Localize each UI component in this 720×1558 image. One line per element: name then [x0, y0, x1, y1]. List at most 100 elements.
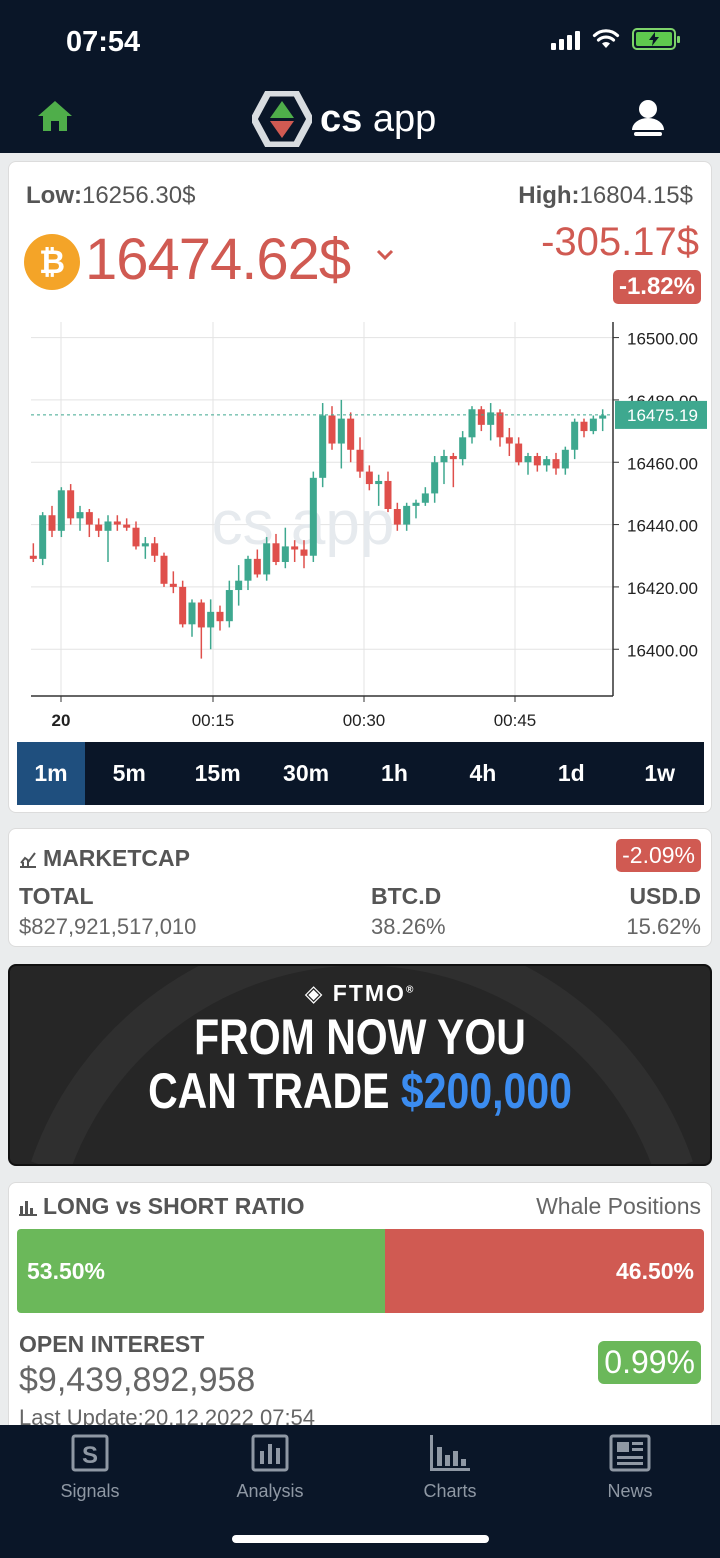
timeframe-selector: 1m 5m 15m 30m 1h 4h 1d 1w [17, 742, 704, 805]
y-tick-label: 16460.00 [627, 454, 698, 473]
cellular-signal-icon [551, 28, 580, 50]
candle-body [253, 558, 261, 575]
candle-body [571, 421, 579, 450]
x-tick-label: 00:15 [192, 711, 235, 730]
candle-body [412, 502, 420, 506]
high-price: High:16804.15$ [518, 182, 693, 209]
user-profile-icon[interactable] [628, 98, 668, 138]
cs-logo-icon [252, 91, 312, 147]
timeframe-1m[interactable]: 1m [17, 742, 85, 805]
tab-analysis[interactable]: Analysis [210, 1433, 330, 1502]
marketcap-title: MARKETCAP [19, 845, 190, 872]
home-icon[interactable] [36, 99, 74, 133]
y-tick-label: 16440.00 [627, 517, 698, 536]
candle-body [347, 418, 355, 450]
candle-body [197, 602, 205, 628]
marketcap-btc-dominance: BTC.D 38.26% [371, 883, 446, 939]
app-header: 07:54 cs app [0, 0, 720, 153]
bitcoin-icon: ₿ [24, 234, 80, 290]
candle-body [552, 459, 560, 469]
timeframe-1w[interactable]: 1w [616, 742, 704, 805]
candle-body [421, 493, 429, 503]
candle-body [487, 412, 495, 425]
chart-watermark: cs app [212, 489, 395, 558]
candle-body [132, 527, 140, 547]
logo-text: cs app [320, 97, 437, 140]
candle-body [384, 480, 392, 509]
open-interest-change-badge: 0.99% [598, 1341, 701, 1384]
candle-body [113, 521, 121, 525]
candle-body [160, 555, 168, 584]
ftmo-logo-icon: ◈ [304, 980, 325, 1006]
candle-body [319, 415, 327, 478]
candle-body [169, 583, 177, 587]
candle-body [76, 512, 84, 519]
y-tick-label: 16400.00 [627, 641, 698, 660]
ad-banner[interactable]: ◈ FTMO® FROM NOW YOU CAN TRADE $200,000 [8, 964, 712, 1166]
timeframe-30m[interactable]: 30m [262, 742, 350, 805]
candle-body [179, 586, 187, 625]
candle-body [225, 590, 233, 622]
bar-chart-icon [19, 1200, 37, 1216]
candle-body [524, 456, 532, 463]
app-logo: cs app [252, 91, 436, 147]
timeframe-15m[interactable]: 15m [173, 742, 261, 805]
candle-body [39, 515, 47, 559]
candle-body [244, 558, 252, 581]
long-short-bar: 53.50% 46.50% [17, 1229, 704, 1313]
candle-body [123, 524, 131, 528]
status-time: 07:54 [66, 26, 141, 58]
candle-body [393, 509, 401, 525]
x-tick-label: 00:45 [494, 711, 537, 730]
price-card: Low:16256.30$ High:16804.15$ ₿ 16474.62$… [8, 161, 712, 813]
candle-body [337, 418, 345, 444]
candle-body [85, 512, 93, 525]
candle-body [365, 471, 373, 485]
candle-body [57, 490, 65, 531]
y-tick-label: 16500.00 [627, 330, 698, 349]
chevron-down-icon[interactable] [375, 248, 395, 262]
price-change-absolute: -305.17$ [541, 220, 699, 264]
tab-news[interactable]: News [570, 1433, 690, 1502]
candle-body [580, 421, 588, 432]
current-price: 16474.62$ [85, 227, 351, 292]
ratio-title: LONG vs SHORT RATIO [19, 1193, 305, 1220]
ad-brand-logo: ◈ FTMO® [304, 980, 416, 1006]
svg-text:S: S [82, 1442, 98, 1469]
candle-body [515, 443, 523, 463]
candlestick-chart[interactable]: 16500.0016480.0016460.0016440.0016420.00… [9, 322, 709, 738]
tab-signals[interactable]: S Signals [30, 1433, 150, 1502]
last-price-label: 16475.19 [627, 406, 698, 425]
long-short-card[interactable]: LONG vs SHORT RATIO Whale Positions 53.5… [8, 1182, 712, 1442]
candle-body [328, 415, 336, 444]
x-tick-label: 00:30 [343, 711, 386, 730]
candle-body [599, 415, 607, 419]
timeframe-1h[interactable]: 1h [350, 742, 438, 805]
candle-body [375, 480, 383, 485]
ad-headline-2: CAN TRADE $200,000 [148, 1063, 572, 1119]
candle-body [216, 611, 224, 622]
battery-icon [632, 28, 680, 50]
open-interest-value: $9,439,892,958 [19, 1361, 256, 1399]
candle-body [29, 555, 37, 559]
analysis-icon [251, 1434, 289, 1472]
candle-body [104, 521, 112, 531]
candle-body [533, 456, 541, 466]
trend-chart-icon [20, 851, 36, 868]
candle-body [151, 543, 159, 556]
candle-body [235, 580, 243, 591]
y-tick-label: 16420.00 [627, 579, 698, 598]
timeframe-1d[interactable]: 1d [527, 742, 615, 805]
timeframe-5m[interactable]: 5m [85, 742, 173, 805]
price-change-percent: -1.82% [612, 270, 701, 304]
candle-body [431, 462, 439, 494]
marketcap-usd-dominance: USD.D 15.62% [626, 883, 701, 939]
home-indicator [232, 1535, 489, 1543]
marketcap-card[interactable]: MARKETCAP -2.09% TOTAL $827,921,517,010 … [8, 828, 712, 947]
candle-body [459, 437, 467, 460]
timeframe-4h[interactable]: 4h [439, 742, 527, 805]
candle-body [95, 524, 103, 531]
candle-body [496, 412, 504, 438]
marketcap-total: TOTAL $827,921,517,010 [19, 883, 197, 939]
tab-charts[interactable]: Charts [390, 1433, 510, 1502]
